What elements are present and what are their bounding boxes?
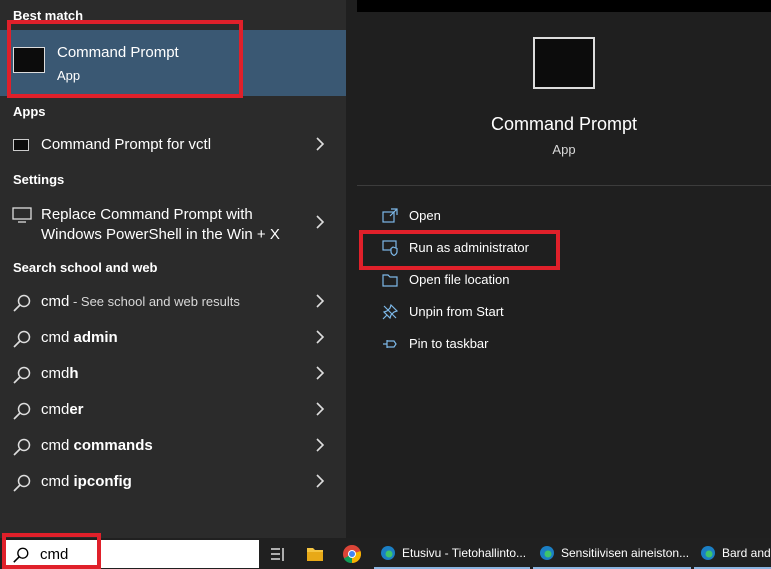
web-query: cmd (41, 437, 74, 454)
search-icon (13, 366, 31, 384)
web-result-cmder[interactable]: cmder (0, 392, 346, 428)
divider (357, 185, 771, 186)
file-explorer-icon[interactable] (305, 543, 325, 565)
setting-replace-cmd-powershell[interactable]: Replace Command Prompt with Windows Powe… (0, 198, 346, 246)
web-query: cmd (41, 401, 70, 418)
web-query: cmd (41, 329, 74, 346)
unpin-icon (382, 304, 398, 320)
chevron-right-icon[interactable] (310, 327, 330, 347)
chevron-right-icon[interactable] (310, 212, 330, 232)
setting-line-1: Replace Command Prompt with (41, 206, 253, 223)
web-result-cmd-ipconfig[interactable]: cmd ipconfig (0, 464, 346, 500)
details-panel: Command Prompt App Open Run as administr… (357, 12, 771, 538)
web-result-cmd-admin[interactable]: cmd admin (0, 320, 346, 356)
app-command-prompt-vctl[interactable]: Command Prompt for vctl (0, 127, 346, 163)
panel-divider (346, 0, 357, 538)
search-icon (13, 330, 31, 348)
action-label: Open (409, 208, 441, 223)
search-icon (13, 474, 31, 492)
terminal-icon (13, 139, 29, 151)
edge-icon (381, 546, 395, 560)
details-subtitle: App (552, 142, 576, 157)
taskbar-app-label: Bard and (722, 546, 770, 560)
web-query-completion: er (69, 401, 84, 418)
web-query: cmd (41, 473, 74, 490)
pin-icon (383, 340, 397, 348)
web-query-completion: admin (73, 329, 118, 346)
taskbar-app-label: Etusivu - Tietohallinto... (402, 546, 527, 560)
action-label: Pin to taskbar (409, 336, 489, 351)
folder-icon (382, 274, 398, 287)
details-title: Command Prompt (490, 114, 638, 134)
chevron-right-icon[interactable] (310, 363, 330, 383)
highlight-box-run-as-admin (359, 230, 560, 270)
chevron-right-icon[interactable] (310, 291, 330, 311)
taskbar-app-sensitiivisen[interactable]: Sensitiivisen aineiston... (533, 538, 691, 569)
edge-icon (701, 546, 715, 560)
web-query: cmd (41, 365, 70, 382)
action-label: Open file location (409, 272, 510, 287)
settings-header: Settings (13, 172, 65, 187)
web-result-cmd-commands[interactable]: cmd commands (0, 428, 346, 464)
setting-line-2: Windows PowerShell in the Win + X (41, 226, 280, 243)
taskbar-app-bard[interactable]: Bard and (694, 538, 771, 569)
task-view-icon[interactable] (268, 543, 288, 565)
chevron-right-icon[interactable] (310, 471, 330, 491)
web-query-completion: ipconfig (73, 473, 132, 490)
edge-icon (540, 546, 554, 560)
taskbar-app-etusivu[interactable]: Etusivu - Tietohallinto... (374, 538, 530, 569)
web-result-cmdh[interactable]: cmdh (0, 356, 346, 392)
action-label: Unpin from Start (409, 304, 504, 319)
chevron-right-icon[interactable] (310, 435, 330, 455)
taskbar: Etusivu - Tietohallinto... Sensitiivisen… (0, 538, 771, 569)
monitor-icon (12, 207, 32, 223)
web-result-cmd[interactable]: cmd - See school and web results (0, 284, 346, 320)
search-icon (13, 438, 31, 456)
web-query-suffix: - See school and web results (69, 294, 240, 309)
chrome-icon[interactable] (342, 543, 362, 565)
open-icon (382, 208, 398, 223)
web-search-header: Search school and web (13, 260, 158, 275)
web-query-completion: h (69, 365, 79, 382)
taskbar-app-label: Sensitiivisen aineiston... (561, 546, 688, 560)
search-icon (13, 294, 31, 312)
chevron-right-icon[interactable] (310, 399, 330, 419)
highlight-box-search (2, 533, 101, 569)
apps-header: Apps (13, 104, 46, 119)
web-query-completion: commands (73, 437, 153, 454)
highlight-box-best-match (7, 20, 243, 98)
chevron-right-icon[interactable] (310, 134, 330, 154)
terminal-icon-large (533, 37, 595, 89)
search-icon (13, 402, 31, 420)
app-label: Command Prompt for vctl (41, 136, 212, 153)
web-query: cmd (41, 293, 70, 310)
